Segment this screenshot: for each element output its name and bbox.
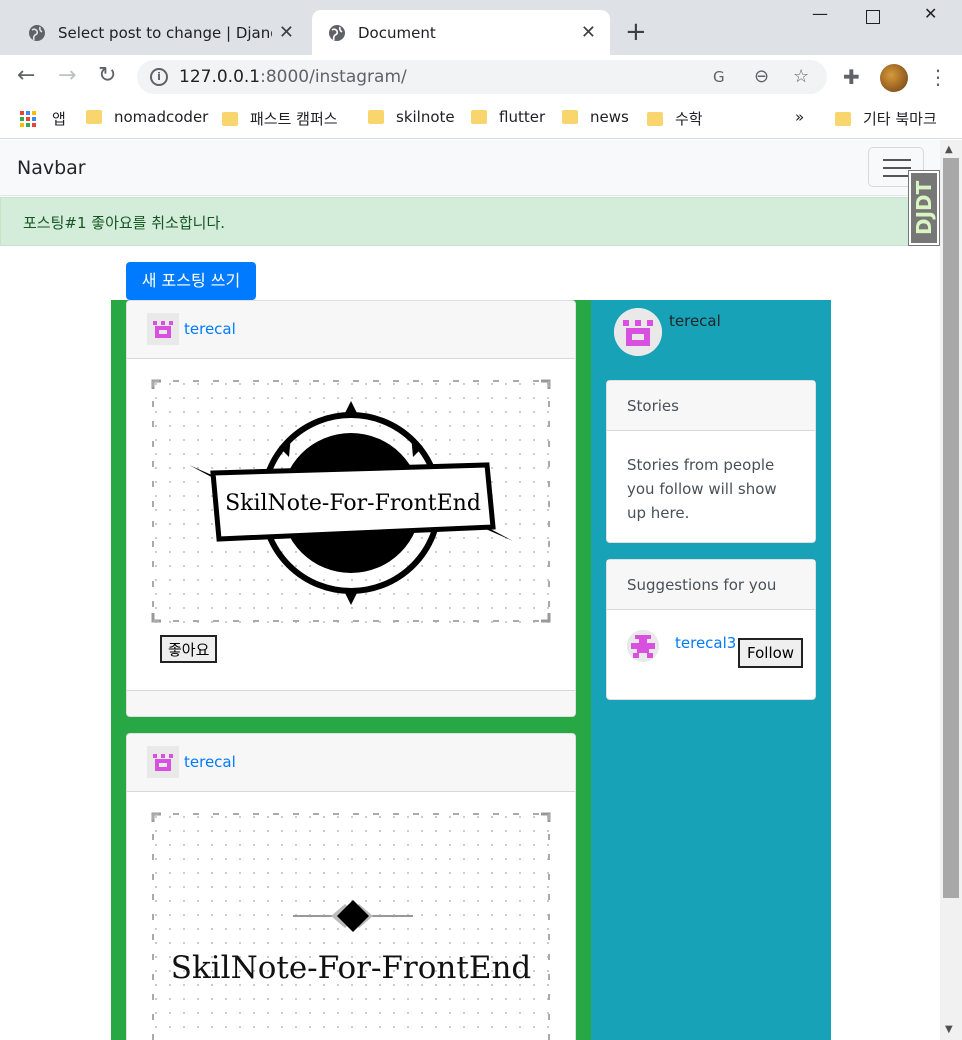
bookmark-star-icon[interactable]: ☆ — [793, 66, 809, 87]
tab-strip: Select post to change | Django ✕ Documen… — [0, 0, 962, 55]
stories-body: Stories from people you follow will show… — [627, 456, 777, 522]
post-card: terecal SkilNote-For-FrontEnd — [126, 733, 576, 1040]
page-viewport: Navbar 포스팅#1 좋아요를 취소합니다. DJDT 새 포스팅 쓰기 t… — [0, 140, 940, 1040]
scroll-up-icon[interactable]: ▲ — [945, 144, 953, 155]
bookmark-apps[interactable]: 앱 — [20, 108, 66, 129]
translate-icon[interactable]: G — [713, 68, 725, 86]
folder-icon — [471, 110, 487, 124]
bookmark-other[interactable]: 기타 북마크 — [835, 108, 937, 129]
post-author: terecal — [147, 746, 236, 778]
globe-icon — [29, 24, 45, 41]
post-author-link[interactable]: terecal — [184, 753, 236, 771]
post-image[interactable]: SkilNote-For-FrontEnd — [149, 810, 553, 1040]
djdt-label: DJDT — [911, 173, 937, 243]
bookmark-folder[interactable]: 패스트 캠퍼스 — [222, 108, 338, 129]
new-tab-icon[interactable]: + — [625, 17, 647, 47]
stories-title: Stories — [607, 381, 815, 431]
folder-icon — [647, 111, 663, 126]
bookmark-folder[interactable]: news — [562, 108, 629, 126]
identicon-avatar — [147, 746, 179, 778]
folder-icon — [222, 111, 238, 126]
alert-message: 포스팅#1 좋아요를 취소합니다. — [0, 197, 940, 246]
suggestion-avatar[interactable] — [627, 630, 659, 662]
minimize-icon[interactable]: — — [812, 4, 828, 23]
post-image-text: SkilNote-For-FrontEnd — [225, 491, 481, 516]
url-text[interactable]: 127.0.0.1:8000/instagram/ — [179, 67, 407, 87]
post-author: terecal — [147, 313, 236, 345]
bookmark-folder[interactable]: nomadcoder — [86, 108, 208, 126]
current-user: terecal — [614, 308, 721, 356]
close-tab-icon[interactable]: ✕ — [279, 22, 294, 43]
suggestion-item: terecal3 Follow — [607, 610, 815, 700]
menu-kebab-icon[interactable]: ⋮ — [928, 65, 948, 89]
stories-card: Stories Stories from people you follow w… — [606, 380, 816, 543]
suggestion-username[interactable]: terecal3 — [675, 634, 736, 652]
bookmarks-overflow[interactable]: » — [795, 108, 804, 126]
bookmark-folder[interactable]: 수학 — [647, 108, 703, 129]
back-icon[interactable]: ← — [17, 63, 35, 89]
profile-avatar[interactable] — [880, 64, 908, 92]
page-scrollbar[interactable]: ▲ ▼ — [940, 140, 962, 1040]
tab-django-admin[interactable]: Select post to change | Django ✕ — [12, 10, 308, 55]
close-tab-icon[interactable]: ✕ — [581, 22, 596, 43]
bookmark-folder[interactable]: flutter — [471, 108, 545, 126]
follow-button[interactable]: Follow — [738, 638, 804, 668]
folder-icon — [368, 110, 384, 124]
navbar-brand[interactable]: Navbar — [17, 157, 86, 179]
scroll-down-icon[interactable]: ▼ — [945, 1024, 953, 1035]
post-footer — [127, 690, 575, 716]
browser-toolbar: ← → ↻ i 127.0.0.1:8000/instagram/ G ⊖ ☆ … — [0, 55, 962, 99]
forward-icon[interactable]: → — [58, 63, 76, 89]
globe-icon — [329, 24, 345, 41]
post-author-link[interactable]: terecal — [184, 320, 236, 338]
user-avatar[interactable] — [614, 308, 662, 356]
zoom-icon[interactable]: ⊖ — [754, 66, 769, 87]
site-info-icon[interactable]: i — [150, 68, 168, 86]
djdt-toolbar-handle[interactable]: DJDT — [908, 170, 940, 246]
post-header: terecal — [127, 734, 575, 792]
tab-title: Select post to change | Django — [58, 23, 272, 42]
folder-icon — [562, 110, 578, 124]
scroll-thumb[interactable] — [943, 158, 959, 898]
new-post-button[interactable]: 새 포스팅 쓰기 — [126, 262, 256, 300]
post-header: terecal — [127, 301, 575, 359]
post-card: terecal SkilNote-For-FrontEnd 좋아요 — [126, 300, 576, 717]
extensions-icon[interactable]: ✚ — [843, 65, 860, 89]
apps-grid-icon — [20, 110, 36, 127]
bookmarks-bar: 앱 nomadcoder 패스트 캠퍼스 skilnote flutter ne… — [0, 99, 962, 139]
folder-icon — [835, 111, 851, 126]
address-bar[interactable]: i 127.0.0.1:8000/instagram/ G ⊖ ☆ — [137, 60, 827, 94]
folder-icon — [86, 110, 102, 124]
tab-document[interactable]: Document ✕ — [312, 10, 610, 55]
close-window-icon[interactable]: ✕ — [924, 4, 937, 23]
post-image-text: SkilNote-For-FrontEnd — [171, 950, 532, 986]
identicon-avatar — [147, 313, 179, 345]
reload-icon[interactable]: ↻ — [98, 63, 116, 89]
maximize-icon[interactable] — [866, 10, 880, 24]
tab-title: Document — [358, 23, 436, 42]
suggestions-title: Suggestions for you — [607, 560, 815, 610]
post-image[interactable]: SkilNote-For-FrontEnd — [149, 377, 553, 625]
bookmark-folder[interactable]: skilnote — [368, 108, 455, 126]
like-button[interactable]: 좋아요 — [160, 635, 218, 663]
suggestions-card: Suggestions for you terecal3 Follow — [606, 559, 816, 700]
navbar: Navbar — [0, 140, 940, 196]
browser-chrome: Select post to change | Django ✕ Documen… — [0, 0, 962, 140]
hamburger-icon — [883, 159, 911, 161]
current-username: terecal — [669, 312, 721, 330]
